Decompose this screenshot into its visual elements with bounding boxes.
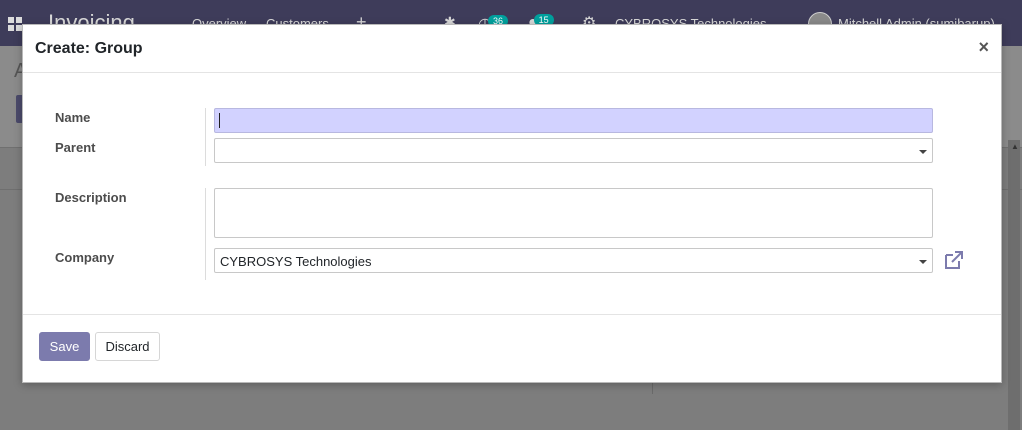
caret-down-icon[interactable] [919,260,927,264]
external-link-icon[interactable] [943,249,965,271]
company-label: Company [55,250,115,265]
parent-select[interactable] [214,138,933,163]
scroll-up-icon[interactable]: ▲ [1011,142,1019,151]
label-divider [205,108,206,166]
description-textarea[interactable] [214,188,933,238]
name-label: Name [55,110,91,125]
text-caret [219,113,220,128]
dialog-title: Create: Group [35,40,143,57]
dialog-header: Create: Group × [23,25,1001,73]
close-icon[interactable]: × [978,38,989,56]
company-select[interactable]: CYBROSYS Technologies [214,248,933,273]
description-label: Description [55,190,127,205]
caret-down-icon[interactable] [919,150,927,154]
apps-menu-icon[interactable] [8,17,22,31]
save-button[interactable]: Save [39,332,90,361]
discard-button[interactable]: Discard [95,332,160,361]
company-value: CYBROSYS Technologies [220,254,372,269]
label-divider [205,188,206,280]
dialog-footer: Save Discard [23,314,1001,382]
name-input[interactable] [214,108,933,133]
parent-label: Parent [55,140,96,155]
create-group-dialog: Create: Group × Name Parent Description … [22,24,1002,383]
page-scrollbar[interactable]: ▲ [1008,140,1020,430]
